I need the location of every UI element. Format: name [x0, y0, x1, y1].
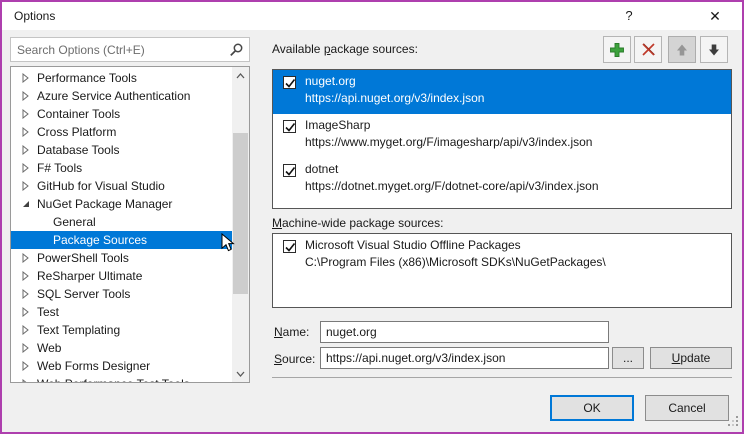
red-x-icon: [641, 42, 656, 57]
tree-item-database-tools[interactable]: Database Tools: [11, 141, 232, 159]
tree-item-container-tools[interactable]: Container Tools: [11, 105, 232, 123]
titlebar[interactable]: Options ? ✕: [2, 2, 742, 30]
tree-item-test[interactable]: Test: [11, 303, 232, 321]
package-sources-list: nuget.orghttps://api.nuget.org/v3/index.…: [272, 69, 732, 209]
chevron-right-icon: [21, 361, 31, 371]
tree-item-resharper-ultimate[interactable]: ReSharper Ultimate: [11, 267, 232, 285]
plus-icon: [609, 42, 625, 58]
tree-scrollbar[interactable]: [232, 67, 249, 382]
chevron-expanded-icon: [21, 199, 31, 209]
source-field[interactable]: [320, 347, 609, 369]
chevron-right-icon: [21, 271, 31, 281]
chevron-right-icon: [21, 307, 31, 317]
checkbox-checked-icon[interactable]: [283, 164, 296, 177]
tree-item-sql-server-tools[interactable]: SQL Server Tools: [11, 285, 232, 303]
name-label: Name:: [274, 325, 309, 339]
tree-item-azure-service-authentication[interactable]: Azure Service Authentication: [11, 87, 232, 105]
chevron-right-icon: [21, 253, 31, 263]
tree-item-powershell-tools[interactable]: PowerShell Tools: [11, 249, 232, 267]
name-field[interactable]: [320, 321, 609, 343]
checkbox-checked-icon[interactable]: [283, 240, 296, 253]
mouse-cursor-icon: [221, 233, 236, 256]
tree-item-text-templating[interactable]: Text Templating: [11, 321, 232, 339]
add-source-button[interactable]: [603, 36, 631, 63]
update-button[interactable]: Update: [650, 347, 732, 369]
tree-item-cross-platform[interactable]: Cross Platform: [11, 123, 232, 141]
machine-wide-sources-label: Machine-wide package sources:: [272, 216, 443, 230]
browse-button[interactable]: ...: [612, 347, 644, 369]
chevron-right-icon: [21, 109, 31, 119]
source-row-nuget-org[interactable]: nuget.orghttps://api.nuget.org/v3/index.…: [273, 70, 731, 114]
chevron-right-icon: [21, 145, 31, 155]
help-button[interactable]: ?: [616, 6, 642, 26]
chevron-right-icon: [21, 91, 31, 101]
source-name: ImageSharp: [305, 117, 727, 134]
window-title: Options: [14, 9, 55, 23]
source-name: dotnet: [305, 161, 727, 178]
machine-wide-sources-list: Microsoft Visual Studio Offline Packages…: [272, 233, 732, 308]
tree-item-web-forms-designer[interactable]: Web Forms Designer: [11, 357, 232, 375]
source-row-imagesharp[interactable]: ImageSharphttps://www.myget.org/F/images…: [273, 114, 731, 158]
tree-item-performance-tools[interactable]: Performance Tools: [11, 69, 232, 87]
source-url: https://www.myget.org/F/imagesharp/api/v…: [305, 134, 727, 151]
arrow-down-icon: [707, 43, 721, 57]
scroll-down-icon[interactable]: [232, 365, 249, 382]
scrollbar-thumb[interactable]: [233, 133, 248, 294]
tree-item-fsharp-tools[interactable]: F# Tools: [11, 159, 232, 177]
search-icon: [229, 43, 243, 60]
checkbox-checked-icon[interactable]: [283, 120, 296, 133]
chevron-right-icon: [21, 163, 31, 173]
chevron-right-icon: [21, 127, 31, 137]
available-sources-label: Available package sources:: [272, 42, 418, 56]
source-name: nuget.org: [305, 73, 727, 90]
cancel-button[interactable]: Cancel: [645, 395, 729, 421]
source-row-offline-packages[interactable]: Microsoft Visual Studio Offline Packages…: [273, 234, 731, 278]
scroll-up-icon[interactable]: [232, 67, 249, 84]
chevron-right-icon: [21, 73, 31, 83]
source-label: Source:: [274, 352, 315, 366]
arrow-up-icon: [675, 43, 689, 57]
move-up-button[interactable]: [668, 36, 696, 63]
chevron-right-icon: [21, 181, 31, 191]
source-name: Microsoft Visual Studio Offline Packages: [305, 237, 727, 254]
source-row-dotnet[interactable]: dotnethttps://dotnet.myget.org/F/dotnet-…: [273, 158, 731, 202]
source-url: https://api.nuget.org/v3/index.json: [305, 90, 727, 107]
chevron-right-icon: [21, 379, 31, 383]
ok-button[interactable]: OK: [550, 395, 634, 421]
move-down-button[interactable]: [700, 36, 728, 63]
tree-item-package-sources[interactable]: Package Sources: [11, 231, 232, 249]
checkbox-checked-icon[interactable]: [283, 76, 296, 89]
tree-item-web[interactable]: Web: [11, 339, 232, 357]
options-tree: Performance Tools Azure Service Authenti…: [10, 66, 250, 383]
source-path: C:\Program Files (x86)\Microsoft SDKs\Nu…: [305, 254, 727, 271]
search-input[interactable]: [11, 38, 231, 61]
tree-item-github-for-visual-studio[interactable]: GitHub for Visual Studio: [11, 177, 232, 195]
chevron-right-icon: [21, 289, 31, 299]
resize-grip-icon[interactable]: [728, 416, 739, 430]
options-dialog: Options ? ✕ Performance Tools Azure Serv…: [0, 0, 744, 434]
tree-item-general[interactable]: General: [11, 213, 232, 231]
separator-line: [272, 377, 732, 378]
chevron-right-icon: [21, 343, 31, 353]
close-button[interactable]: ✕: [702, 6, 728, 26]
source-url: https://dotnet.myget.org/F/dotnet-core/a…: [305, 178, 727, 195]
tree-item-web-performance-test-tools[interactable]: Web Performance Test Tools: [11, 375, 232, 383]
tree-item-nuget-package-manager[interactable]: NuGet Package Manager: [11, 195, 232, 213]
chevron-right-icon: [21, 325, 31, 335]
search-box: [10, 37, 250, 62]
remove-source-button[interactable]: [634, 36, 662, 63]
